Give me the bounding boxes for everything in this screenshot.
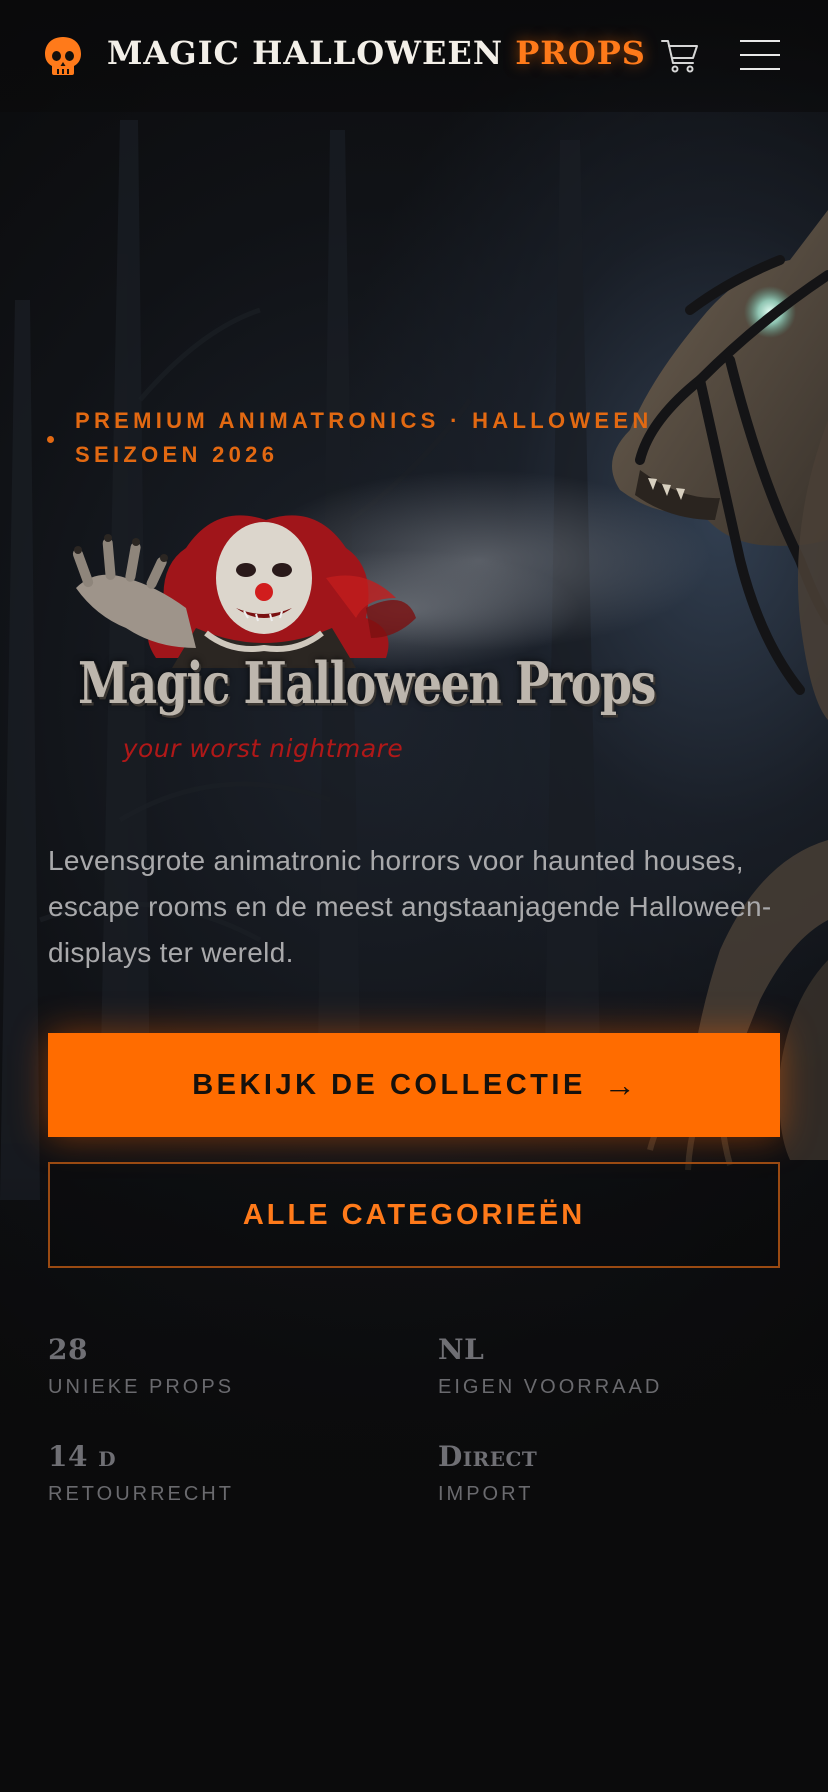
hero-eyebrow: PREMIUM ANIMATRONICS · HALLOWEEN SEIZOEN… — [75, 408, 653, 467]
stat-label: RETOURRECHT — [48, 1483, 234, 1505]
clown-illustration — [72, 515, 416, 668]
stat-label: EIGEN VOORRAAD — [438, 1376, 663, 1398]
hero-logo-tagline: your worst nightmare — [122, 734, 404, 763]
stat-unique-props: 28 UNIEKE PROPS — [48, 1333, 378, 1399]
stat-label: UNIEKE PROPS — [48, 1376, 235, 1398]
stat-value: NL — [438, 1333, 485, 1366]
stat-value: 14 d — [48, 1440, 117, 1473]
skull-icon[interactable] — [44, 36, 82, 76]
stat-label: IMPORT — [438, 1483, 534, 1505]
stat-direct-import: Direct IMPORT — [438, 1440, 768, 1506]
hero-logo-title: Magic Halloween Props — [78, 649, 656, 717]
all-categories-button[interactable]: ALLE CATEGORIEËN — [48, 1162, 780, 1268]
hero-description: Levensgrote animatronic horrors voor hau… — [48, 845, 772, 968]
menu-line — [740, 40, 780, 42]
all-categories-label: ALLE CATEGORIEËN — [242, 1198, 586, 1231]
stat-return-policy: 14 d RETOURRECHT — [48, 1440, 378, 1506]
view-collection-button[interactable]: BEKIJK DE COLLECTIE → — [48, 1033, 780, 1137]
brand-name-main: MAGIC HALLOWEEN — [107, 34, 516, 72]
brand-name-accent: PROPS — [515, 34, 646, 72]
stat-own-stock: NL EIGEN VOORRAAD — [438, 1333, 768, 1399]
eyebrow-dot — [47, 436, 54, 443]
cart-icon[interactable] — [660, 36, 700, 76]
page: MAGIC HALLOWEEN PROPS PREMIUM ANIMATRONI… — [0, 0, 828, 1792]
menu-line — [740, 54, 780, 56]
stat-value: Direct — [438, 1440, 538, 1473]
view-collection-label: BEKIJK DE COLLECTIE — [192, 1068, 586, 1101]
hamburger-menu-icon[interactable] — [740, 40, 780, 72]
menu-line — [740, 68, 780, 70]
arrow-right-icon: → — [603, 1066, 636, 1103]
site-header: MAGIC HALLOWEEN PROPS — [0, 0, 828, 112]
brand-name[interactable]: MAGIC HALLOWEEN PROPS — [107, 34, 646, 72]
stat-value: 28 — [48, 1333, 88, 1366]
hero-brand-logo: Magic Halloween Props your worst nightma… — [66, 508, 656, 780]
